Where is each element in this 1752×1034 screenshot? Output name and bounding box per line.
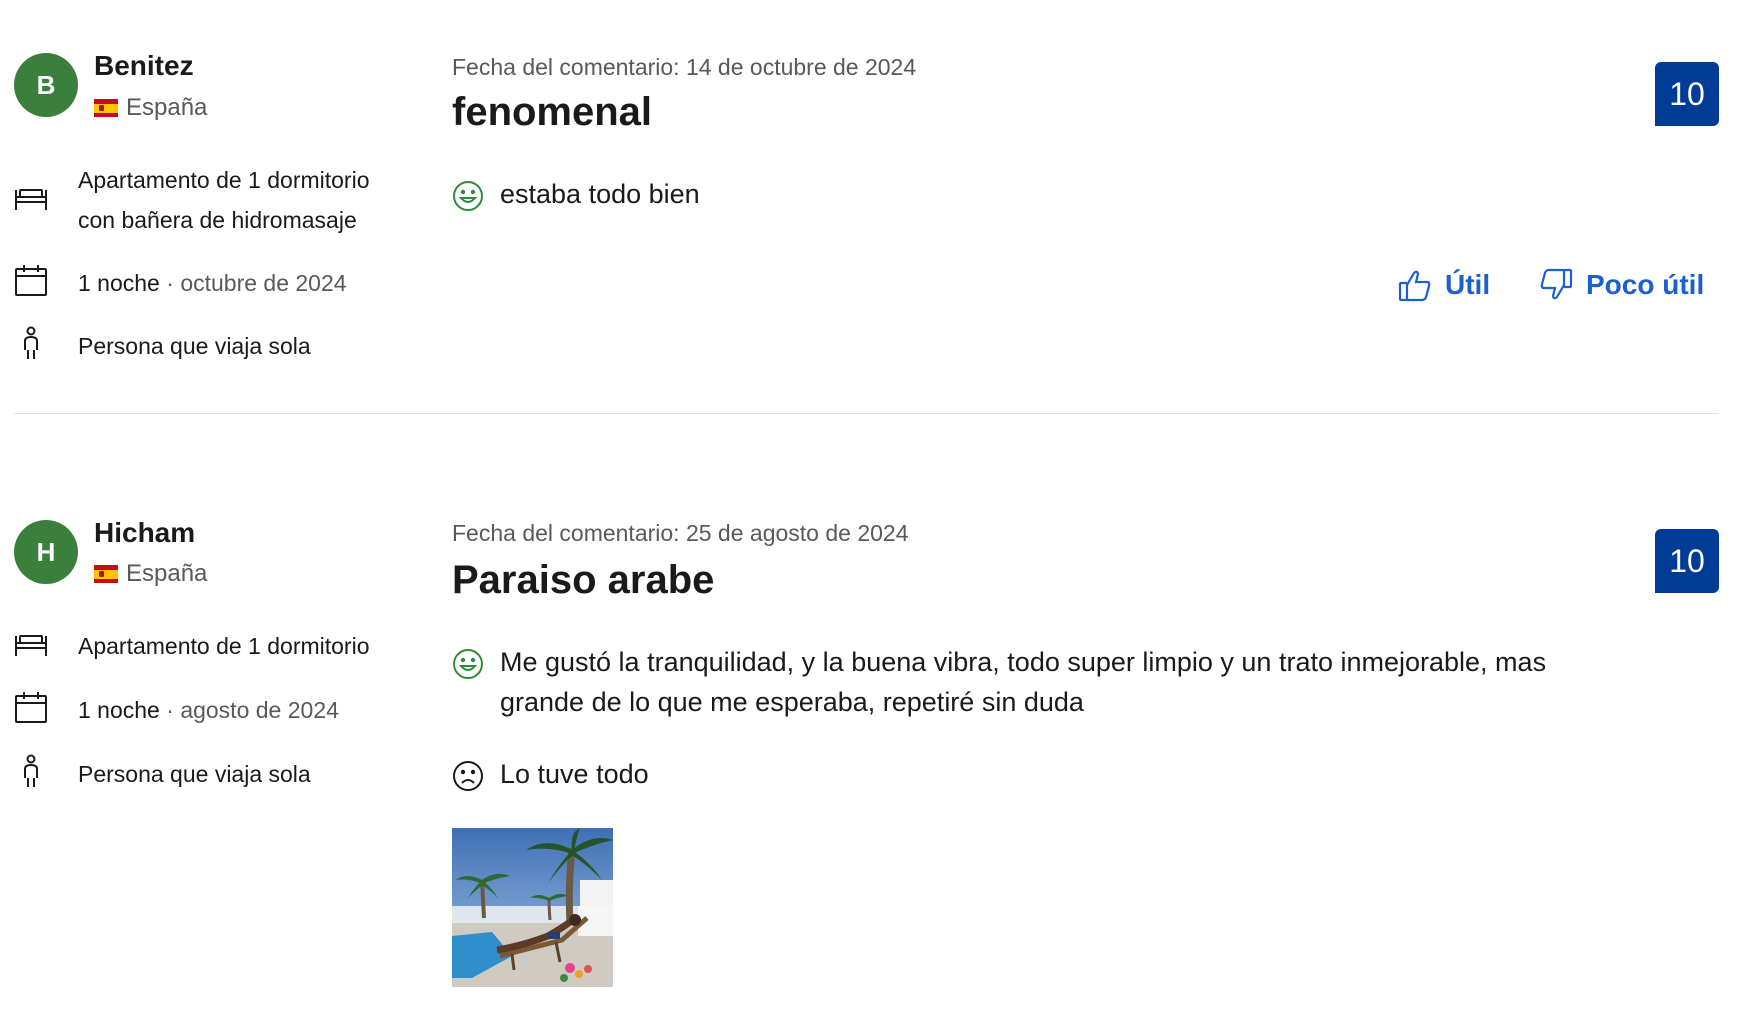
- avatar: H: [14, 520, 78, 584]
- stay-row: 1 noche · agosto de 2024: [14, 690, 414, 730]
- traveler-icon: [24, 326, 38, 359]
- reviewer-country: España: [94, 560, 207, 588]
- review-title: Paraiso arabe: [452, 558, 715, 602]
- traveler-row: Persona que viaja sola: [14, 326, 414, 366]
- spain-flag-icon: [94, 99, 118, 117]
- room-type-row: Apartamento de 1 dormitorio: [14, 626, 414, 666]
- reviewer-name: Hicham: [94, 517, 196, 548]
- stay-nights: 1 noche: [78, 270, 160, 296]
- traveler-row: Persona que viaja sola: [14, 754, 414, 794]
- review-title: fenomenal: [452, 90, 653, 134]
- room-type: Apartamento de 1 dormitorio: [78, 633, 370, 659]
- review-photo[interactable]: [452, 828, 613, 987]
- pool-palm-photo: [452, 828, 613, 987]
- score-badge: 10: [1655, 62, 1719, 126]
- negative-comment: Lo tuve todo: [452, 754, 1632, 794]
- room-type: Apartamento de 1 dormitorio con bañera d…: [78, 167, 370, 233]
- unhelpful-button[interactable]: Poco útil: [1538, 267, 1704, 303]
- negative-text: Lo tuve todo: [500, 759, 649, 789]
- thumbs-down-icon: [1540, 268, 1573, 300]
- calendar-icon: [15, 692, 47, 723]
- country-label: España: [126, 94, 208, 121]
- smile-icon: [453, 181, 483, 211]
- traveler-type: Persona que viaja sola: [78, 333, 311, 359]
- stay-nights: 1 noche: [78, 697, 160, 723]
- country-label: España: [126, 560, 208, 587]
- review-card: B Benitez España Apartamento de 1 dormit…: [0, 0, 1752, 413]
- bed-icon: [15, 635, 47, 656]
- positive-text: Me gustó la tranquilidad, y la buena vib…: [500, 647, 1547, 717]
- positive-comment: Me gustó la tranquilidad, y la buena vib…: [452, 642, 1632, 722]
- stay-date: agosto de 2024: [180, 697, 339, 723]
- traveler-type: Persona que viaja sola: [78, 761, 311, 787]
- helpful-label: Útil: [1445, 269, 1491, 300]
- spain-flag-icon: [94, 565, 118, 583]
- thumbs-up-icon: [1398, 270, 1431, 302]
- reviewer-name: Benitez: [94, 50, 194, 81]
- score-badge: 10: [1655, 529, 1719, 593]
- positive-comment: estaba todo bien: [452, 174, 1632, 214]
- room-type-row: Apartamento de 1 dormitorio con bañera d…: [14, 160, 414, 240]
- calendar-icon: [15, 265, 47, 296]
- review-date: Fecha del comentario: 25 de agosto de 20…: [452, 520, 909, 546]
- positive-text: estaba todo bien: [500, 179, 700, 209]
- smile-icon: [453, 649, 483, 679]
- bed-icon: [15, 189, 47, 210]
- frown-icon: [453, 761, 483, 791]
- reviewer-country: España: [94, 94, 207, 122]
- traveler-icon: [24, 754, 38, 787]
- stay-row: 1 noche · octubre de 2024: [14, 263, 414, 303]
- unhelpful-label: Poco útil: [1586, 269, 1705, 300]
- review-divider: [14, 413, 1719, 414]
- avatar: B: [14, 53, 78, 117]
- stay-date: octubre de 2024: [180, 270, 347, 296]
- helpful-button[interactable]: Útil: [1397, 267, 1490, 303]
- review-date: Fecha del comentario: 14 de octubre de 2…: [452, 54, 917, 80]
